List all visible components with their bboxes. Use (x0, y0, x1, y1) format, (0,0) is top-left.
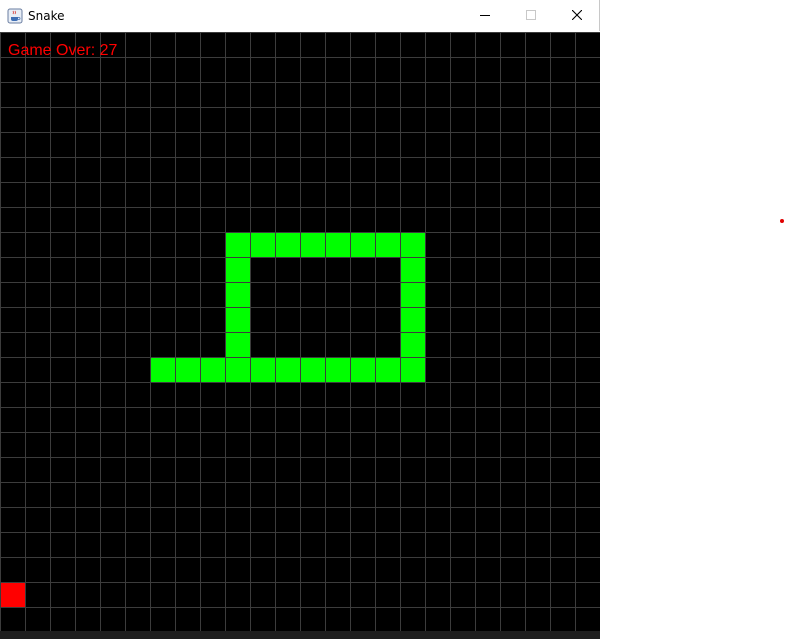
snake-segment (175, 357, 200, 382)
snake-segment (250, 232, 275, 257)
snake-segment (250, 357, 275, 382)
snake-segment (400, 232, 425, 257)
snake-segment (225, 257, 250, 282)
close-icon (572, 10, 582, 20)
snake-segment (300, 357, 325, 382)
snake-segment (350, 357, 375, 382)
snake-segment (225, 332, 250, 357)
snake-segment (275, 357, 300, 382)
red-dot-marker (780, 219, 784, 223)
snake-segment (325, 357, 350, 382)
snake-segment (400, 307, 425, 332)
maximize-icon (526, 10, 536, 20)
game-grid (0, 32, 600, 639)
snake-segment (400, 357, 425, 382)
snake-segment (375, 232, 400, 257)
minimize-button[interactable] (462, 0, 508, 31)
food-apple (0, 582, 25, 607)
java-cup-icon (7, 8, 23, 24)
snake-segment (350, 232, 375, 257)
snake-segment (275, 232, 300, 257)
snake-segment (400, 282, 425, 307)
snake-segment (400, 257, 425, 282)
snake-segment (225, 357, 250, 382)
game-board[interactable]: Game Over: 27 (0, 32, 600, 639)
title-bar[interactable]: Snake (0, 0, 600, 31)
snake-segment (225, 307, 250, 332)
game-over-status: Game Over: 27 (8, 42, 118, 59)
game-window: Snake Game Over: 27 (0, 0, 600, 639)
snake-segment (400, 332, 425, 357)
snake-segment (200, 357, 225, 382)
snake-segment (325, 232, 350, 257)
close-button[interactable] (554, 0, 600, 31)
snake-segment (150, 357, 175, 382)
snake-segment (300, 232, 325, 257)
snake-segment (375, 357, 400, 382)
snake-segment (225, 232, 250, 257)
minimize-icon (480, 15, 490, 16)
snake-segment (225, 282, 250, 307)
window-bottom-edge (0, 631, 600, 639)
maximize-button[interactable] (508, 0, 554, 31)
window-title: Snake (28, 9, 65, 23)
